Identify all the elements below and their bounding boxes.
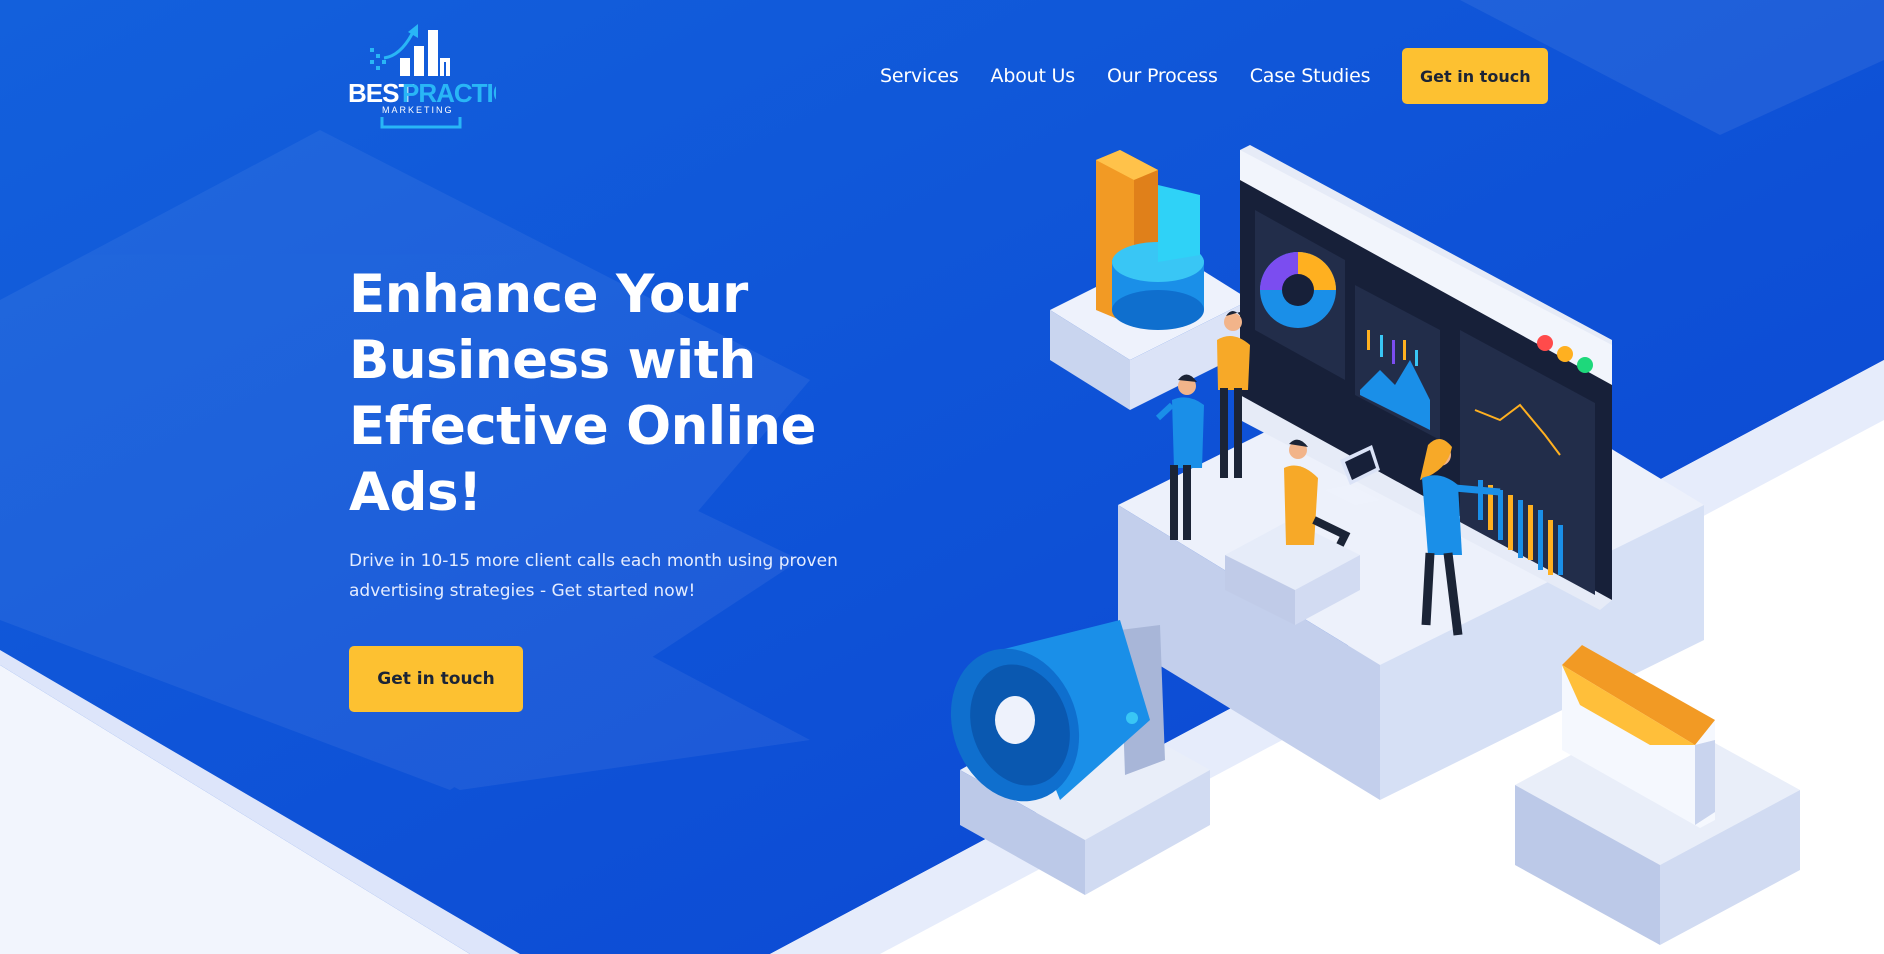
nav-item-services[interactable]: Services [880,65,959,87]
logo-word-practice: PRACTICE [402,78,496,108]
logo-tagline: MARKETING [382,105,454,115]
logo[interactable]: BEST PRACTICE MARKETING [348,20,496,132]
nav-get-in-touch-button[interactable]: Get in touch [1402,48,1549,104]
logo-chart-icon [370,24,450,76]
window-close-dot [1537,335,1553,351]
chart-3d-icon [1096,150,1204,330]
hero-illustration [950,145,1800,945]
window-maximize-dot [1577,357,1593,373]
main-nav: Services About Us Our Process Case Studi… [880,48,1549,104]
hero-section: Enhance Your Business with Effective Onl… [349,262,909,712]
nav-item-about-us[interactable]: About Us [991,65,1076,87]
hero-subtitle: Drive in 10-15 more client calls each mo… [349,551,838,601]
window-minimize-dot [1557,346,1573,362]
hero-get-in-touch-button[interactable]: Get in touch [349,646,523,712]
hero-title: Enhance Your Business with Effective Onl… [349,264,816,523]
nav-item-our-process[interactable]: Our Process [1107,65,1218,87]
nav-item-case-studies[interactable]: Case Studies [1250,65,1371,87]
